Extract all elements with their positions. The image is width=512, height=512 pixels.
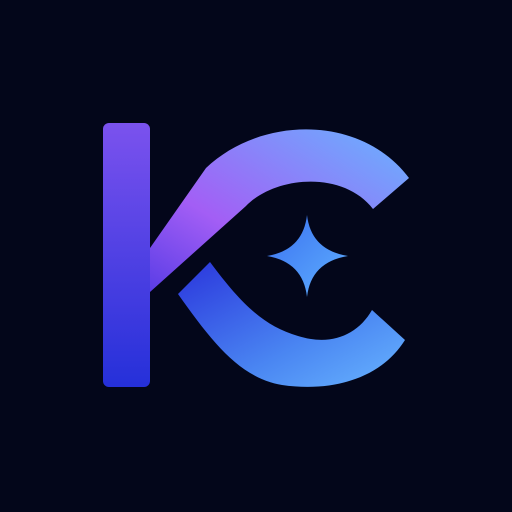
k-stem bbox=[103, 123, 150, 387]
k-upper-arm-c-top-arc bbox=[150, 129, 409, 292]
four-point-star-icon bbox=[267, 215, 348, 297]
app-icon-canvas bbox=[0, 0, 512, 512]
kc-monogram-icon bbox=[103, 123, 409, 387]
k-lower-leg-c-bottom-arc bbox=[178, 262, 405, 387]
